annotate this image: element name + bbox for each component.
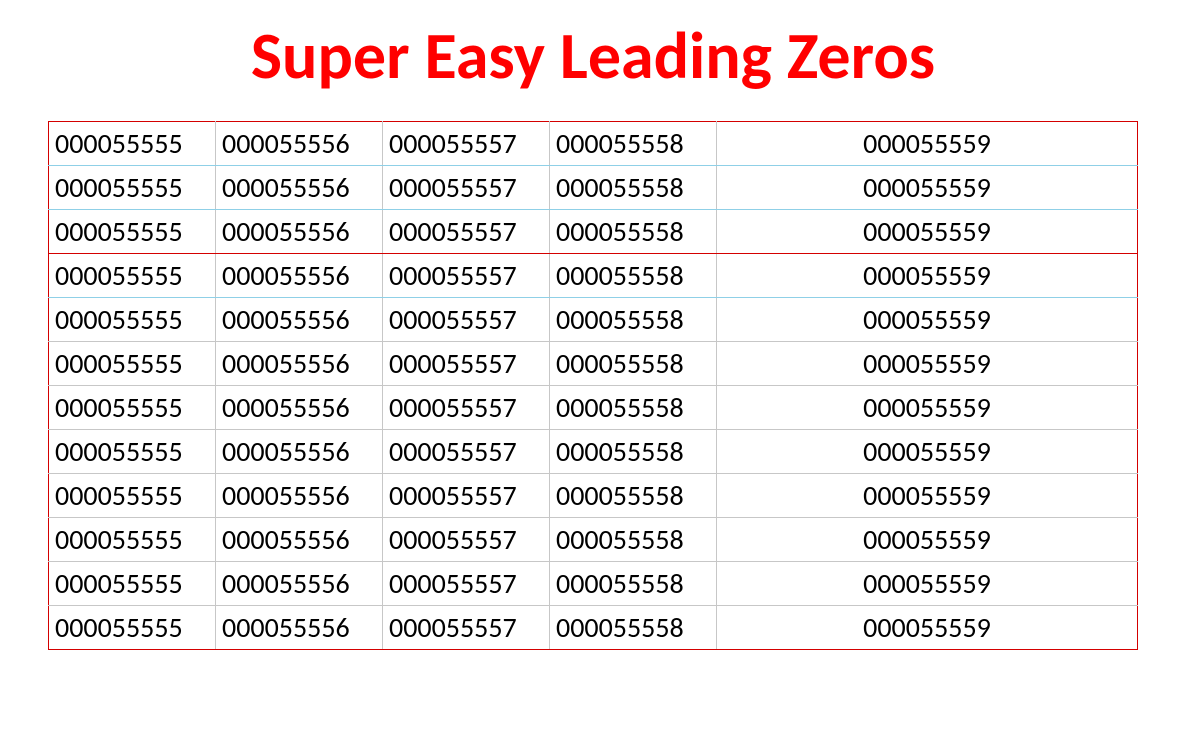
cell[interactable]: 000055557: [383, 561, 550, 605]
cell[interactable]: 000055559: [717, 253, 1138, 297]
cell[interactable]: 000055559: [717, 165, 1138, 209]
cell[interactable]: 000055558: [550, 209, 717, 253]
cell[interactable]: 000055556: [216, 121, 383, 165]
cell[interactable]: 000055556: [216, 517, 383, 561]
cell[interactable]: 000055558: [550, 297, 717, 341]
cell[interactable]: 000055559: [717, 605, 1138, 649]
cell[interactable]: 000055557: [383, 385, 550, 429]
cell[interactable]: 000055555: [49, 429, 216, 473]
table-row: 000055555 000055556 000055557 000055558 …: [49, 385, 1138, 429]
table-row: 000055555 000055556 000055557 000055558 …: [49, 605, 1138, 649]
cell[interactable]: 000055555: [49, 341, 216, 385]
cell[interactable]: 000055559: [717, 517, 1138, 561]
table-row: 000055555 000055556 000055557 000055558 …: [49, 341, 1138, 385]
cell[interactable]: 000055558: [550, 121, 717, 165]
cell[interactable]: 000055557: [383, 473, 550, 517]
cell[interactable]: 000055556: [216, 165, 383, 209]
cell[interactable]: 000055555: [49, 121, 216, 165]
cell[interactable]: 000055556: [216, 385, 383, 429]
cell[interactable]: 000055559: [717, 561, 1138, 605]
cell[interactable]: 000055558: [550, 253, 717, 297]
data-grid: 000055555 000055556 000055557 000055558 …: [48, 121, 1138, 650]
cell[interactable]: 000055556: [216, 297, 383, 341]
cell[interactable]: 000055556: [216, 429, 383, 473]
cell[interactable]: 000055558: [550, 341, 717, 385]
cell[interactable]: 000055558: [550, 385, 717, 429]
cell[interactable]: 000055555: [49, 561, 216, 605]
cell[interactable]: 000055556: [216, 341, 383, 385]
cell[interactable]: 000055557: [383, 121, 550, 165]
cell[interactable]: 000055556: [216, 605, 383, 649]
cell[interactable]: 000055558: [550, 561, 717, 605]
cell[interactable]: 000055555: [49, 473, 216, 517]
table-row: 000055555 000055556 000055557 000055558 …: [49, 517, 1138, 561]
cell[interactable]: 000055558: [550, 429, 717, 473]
cell[interactable]: 000055559: [717, 297, 1138, 341]
cell[interactable]: 000055555: [49, 385, 216, 429]
table-row: 000055555 000055556 000055557 000055558 …: [49, 297, 1138, 341]
table-row: 000055555 000055556 000055557 000055558 …: [49, 165, 1138, 209]
table-row: 000055555 000055556 000055557 000055558 …: [49, 473, 1138, 517]
table-row: 000055555 000055556 000055557 000055558 …: [49, 209, 1138, 253]
cell[interactable]: 000055555: [49, 253, 216, 297]
cell[interactable]: 000055559: [717, 341, 1138, 385]
cell[interactable]: 000055559: [717, 385, 1138, 429]
table-row: 000055555 000055556 000055557 000055558 …: [49, 561, 1138, 605]
cell[interactable]: 000055556: [216, 209, 383, 253]
cell[interactable]: 000055555: [49, 297, 216, 341]
cell[interactable]: 000055556: [216, 253, 383, 297]
cell[interactable]: 000055558: [550, 165, 717, 209]
cell[interactable]: 000055557: [383, 341, 550, 385]
page: Super Easy Leading Zeros 000055555 00005…: [0, 0, 1186, 732]
table-row: 000055555 000055556 000055557 000055558 …: [49, 121, 1138, 165]
cell[interactable]: 000055559: [717, 209, 1138, 253]
cell[interactable]: 000055558: [550, 605, 717, 649]
cell[interactable]: 000055557: [383, 605, 550, 649]
table-row: 000055555 000055556 000055557 000055558 …: [49, 429, 1138, 473]
cell[interactable]: 000055556: [216, 473, 383, 517]
cell[interactable]: 000055558: [550, 517, 717, 561]
table-row: 000055555 000055556 000055557 000055558 …: [49, 253, 1138, 297]
cell[interactable]: 000055559: [717, 429, 1138, 473]
cell[interactable]: 000055559: [717, 121, 1138, 165]
cell[interactable]: 000055555: [49, 165, 216, 209]
cell[interactable]: 000055555: [49, 209, 216, 253]
data-grid-body: 000055555 000055556 000055557 000055558 …: [49, 121, 1138, 649]
cell[interactable]: 000055557: [383, 209, 550, 253]
cell[interactable]: 000055557: [383, 429, 550, 473]
cell[interactable]: 000055559: [717, 473, 1138, 517]
cell[interactable]: 000055555: [49, 605, 216, 649]
cell[interactable]: 000055556: [216, 561, 383, 605]
cell[interactable]: 000055555: [49, 517, 216, 561]
cell[interactable]: 000055558: [550, 473, 717, 517]
cell[interactable]: 000055557: [383, 517, 550, 561]
cell[interactable]: 000055557: [383, 297, 550, 341]
page-title: Super Easy Leading Zeros: [0, 20, 1186, 93]
cell[interactable]: 000055557: [383, 165, 550, 209]
cell[interactable]: 000055557: [383, 253, 550, 297]
data-grid-wrap: 000055555 000055556 000055557 000055558 …: [48, 121, 1138, 650]
